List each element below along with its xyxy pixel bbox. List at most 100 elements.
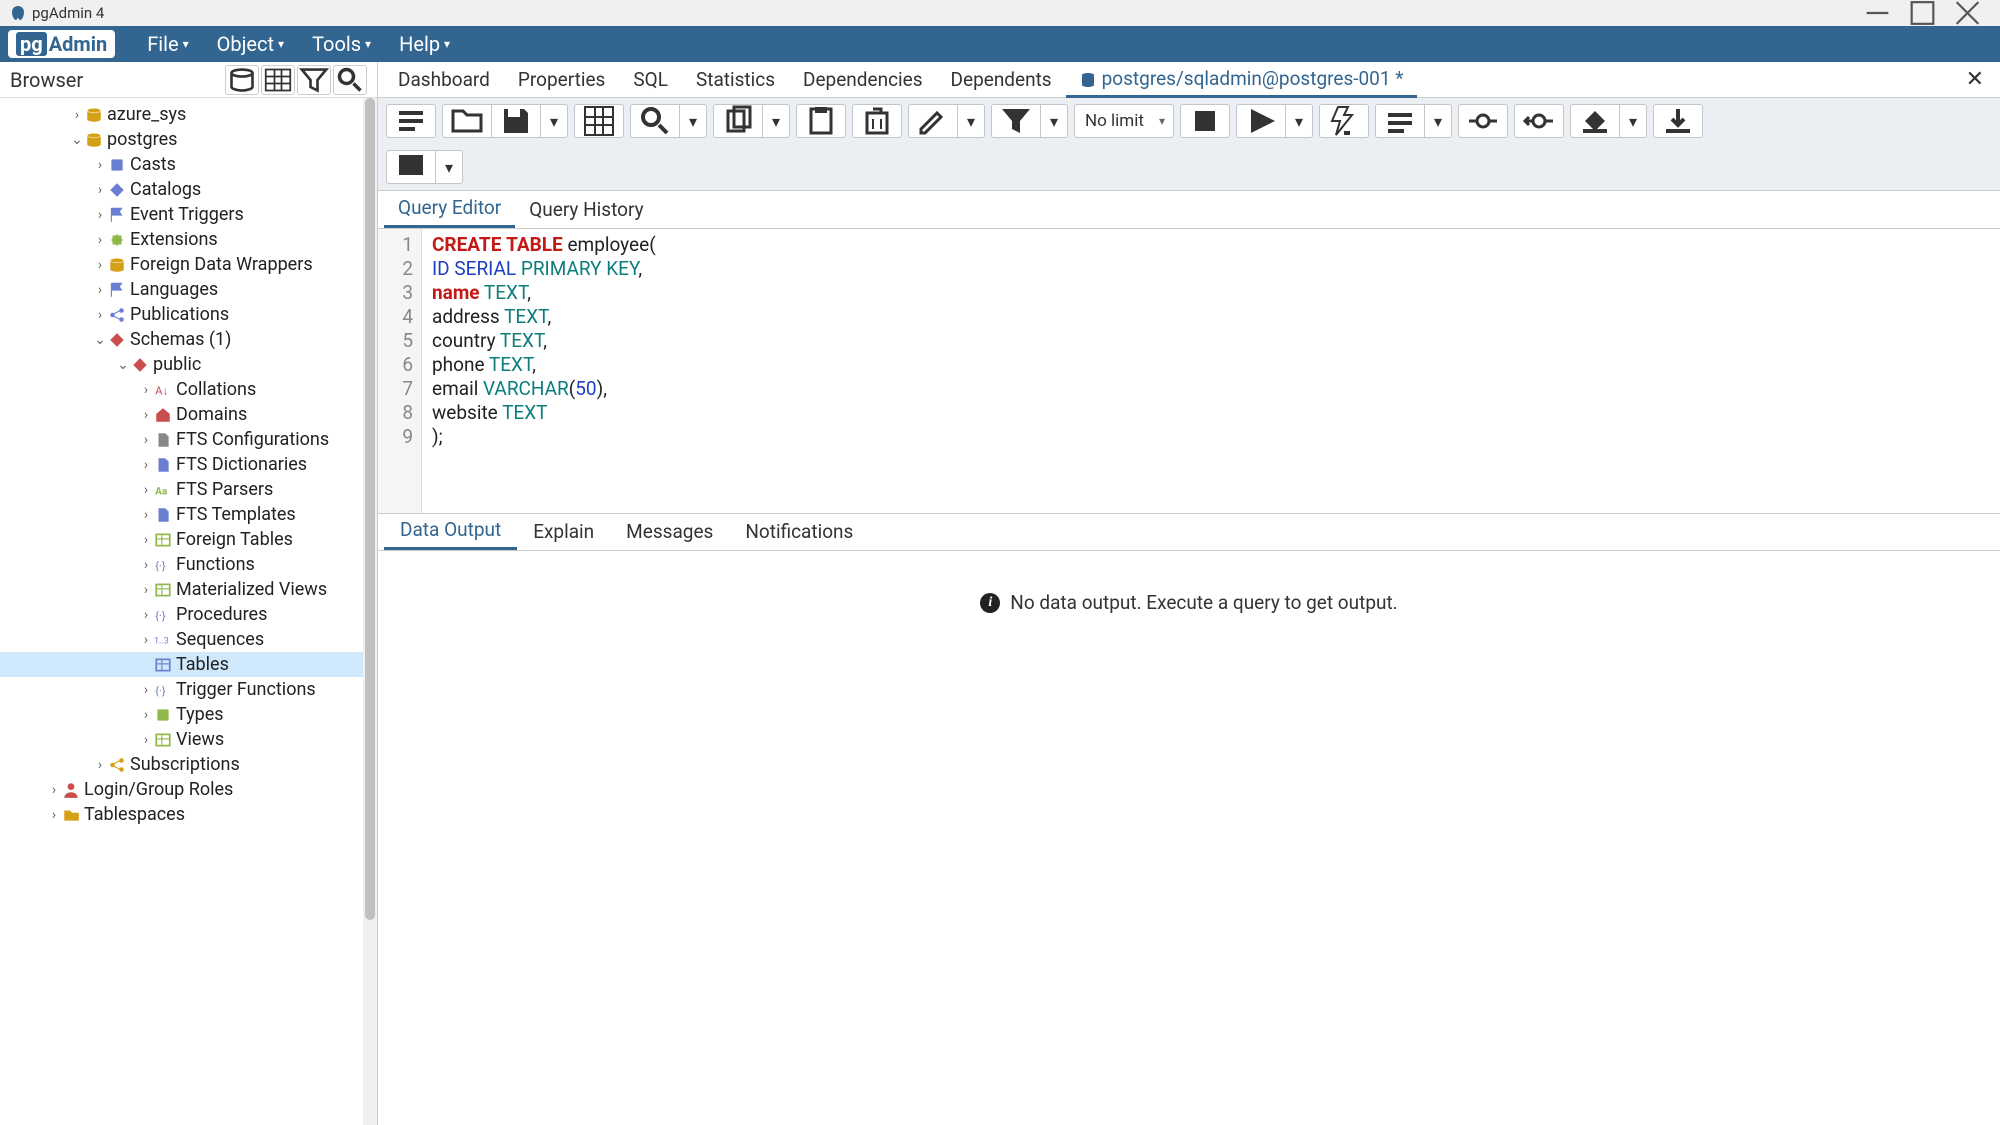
query-tool-button[interactable]: [225, 65, 259, 95]
window-maximize-button[interactable]: [1900, 0, 1945, 26]
tree-toggle-icon[interactable]: ›: [138, 732, 154, 748]
tree-toggle-icon[interactable]: ›: [138, 707, 154, 723]
tree-toggle-icon[interactable]: ›: [92, 182, 108, 198]
delete-button[interactable]: [852, 104, 902, 138]
tree-item-fts-dictionaries[interactable]: ›FTS Dictionaries: [0, 452, 377, 477]
tree-toggle-icon[interactable]: ›: [138, 632, 154, 648]
filter-button[interactable]: [297, 65, 331, 95]
scratch-dropdown-button[interactable]: ▾: [435, 150, 463, 184]
menu-file[interactable]: File ▾: [133, 32, 202, 56]
explain-button[interactable]: [1319, 104, 1369, 138]
menu-object[interactable]: Object ▾: [203, 32, 298, 56]
object-tree[interactable]: ›azure_sys⌄postgres›Casts›Catalogs›Event…: [0, 98, 377, 1125]
output-tab-explain[interactable]: Explain: [517, 512, 610, 550]
editor-tab-query-history[interactable]: Query History: [515, 190, 657, 228]
tree-toggle-icon[interactable]: ›: [46, 782, 62, 798]
tree-toggle-icon[interactable]: ›: [138, 482, 154, 498]
save-file-button[interactable]: [491, 104, 540, 138]
tab-statistics[interactable]: Statistics: [682, 62, 789, 98]
tree-toggle-icon[interactable]: ›: [92, 207, 108, 223]
copy-dropdown-button[interactable]: ▾: [762, 104, 790, 138]
tree-item-views[interactable]: ›Views: [0, 727, 377, 752]
tree-toggle-icon[interactable]: ›: [138, 557, 154, 573]
tree-item-azure-sys[interactable]: ›azure_sys: [0, 102, 377, 127]
stop-button[interactable]: [1180, 104, 1230, 138]
tree-item-event-triggers[interactable]: ›Event Triggers: [0, 202, 377, 227]
explain-dropdown-button[interactable]: ▾: [1424, 104, 1452, 138]
tree-toggle-icon[interactable]: ›: [138, 457, 154, 473]
tree-toggle-icon[interactable]: ›: [92, 282, 108, 298]
tree-item-foreign-data-wrappers[interactable]: ›Foreign Data Wrappers: [0, 252, 377, 277]
tree-toggle-icon[interactable]: ›: [138, 507, 154, 523]
find-dropdown-button[interactable]: ▾: [679, 104, 707, 138]
menu-help[interactable]: Help ▾: [385, 32, 464, 56]
find-button[interactable]: [630, 104, 679, 138]
tree-toggle-icon[interactable]: ›: [138, 532, 154, 548]
tree-item-login-group-roles[interactable]: ›Login/Group Roles: [0, 777, 377, 802]
output-tab-notifications[interactable]: Notifications: [729, 512, 869, 550]
save-dropdown-button[interactable]: ▾: [540, 104, 568, 138]
clear-dropdown-button[interactable]: ▾: [1619, 104, 1647, 138]
execute-button[interactable]: [1236, 104, 1285, 138]
tree-toggle-icon[interactable]: ›: [69, 107, 85, 123]
tree-item-fts-parsers[interactable]: ›AaFTS Parsers: [0, 477, 377, 502]
tree-item-types[interactable]: ›Types: [0, 702, 377, 727]
tree-item-fts-templates[interactable]: ›FTS Templates: [0, 502, 377, 527]
tree-item-functions[interactable]: ›{·}Functions: [0, 552, 377, 577]
sql-editor[interactable]: 123456789 CREATE TABLE employee( ID SERI…: [378, 229, 2000, 513]
close-tab-button[interactable]: ✕: [1956, 67, 1994, 92]
tree-toggle-icon[interactable]: ⌄: [115, 357, 131, 373]
output-tab-data-output[interactable]: Data Output: [384, 512, 517, 550]
tree-toggle-icon[interactable]: ›: [92, 157, 108, 173]
edit-grid-button[interactable]: [574, 104, 624, 138]
tree-toggle-icon[interactable]: ⌄: [92, 332, 108, 348]
tab-properties[interactable]: Properties: [504, 62, 619, 98]
edit-button[interactable]: [908, 104, 957, 138]
tab-dashboard[interactable]: Dashboard: [384, 62, 504, 98]
sidebar-scrollbar[interactable]: [363, 98, 377, 1125]
open-file-button[interactable]: [442, 104, 491, 138]
tree-toggle-icon[interactable]: ›: [92, 232, 108, 248]
window-close-button[interactable]: [1945, 0, 1990, 26]
execute-dropdown-button[interactable]: ▾: [1285, 104, 1313, 138]
tree-item-materialized-views[interactable]: ›Materialized Views: [0, 577, 377, 602]
tree-item-procedures[interactable]: ›{·}Procedures: [0, 602, 377, 627]
tree-toggle-icon[interactable]: ›: [46, 807, 62, 823]
tree-item-schemas-1-[interactable]: ⌄Schemas (1): [0, 327, 377, 352]
tree-item-languages[interactable]: ›Languages: [0, 277, 377, 302]
filter-rows-button[interactable]: [991, 104, 1040, 138]
tree-toggle-icon[interactable]: ›: [92, 307, 108, 323]
filter-dropdown-button[interactable]: ▾: [1040, 104, 1068, 138]
tree-item-tables[interactable]: Tables: [0, 652, 377, 677]
tree-toggle-icon[interactable]: ⌄: [69, 132, 85, 148]
tree-item-extensions[interactable]: ›Extensions: [0, 227, 377, 252]
tab-sql[interactable]: SQL: [619, 62, 682, 98]
tree-item-catalogs[interactable]: ›Catalogs: [0, 177, 377, 202]
window-minimize-button[interactable]: [1855, 0, 1900, 26]
tree-toggle-icon[interactable]: ›: [138, 582, 154, 598]
edit-dropdown-button[interactable]: ▾: [957, 104, 985, 138]
tree-item-postgres[interactable]: ⌄postgres: [0, 127, 377, 152]
tab-dependents[interactable]: Dependents: [937, 62, 1066, 98]
tree-item-collations[interactable]: ›A↓Collations: [0, 377, 377, 402]
menu-tools[interactable]: Tools ▾: [298, 32, 385, 56]
editor-tab-query-editor[interactable]: Query Editor: [384, 190, 515, 228]
tree-item-sequences[interactable]: ›1..3Sequences: [0, 627, 377, 652]
tree-toggle-icon[interactable]: ›: [138, 382, 154, 398]
tree-toggle-icon[interactable]: ›: [138, 407, 154, 423]
tree-toggle-icon[interactable]: ›: [92, 757, 108, 773]
limit-select[interactable]: No limit: [1074, 104, 1174, 138]
tree-item-tablespaces[interactable]: ›Tablespaces: [0, 802, 377, 827]
tree-toggle-icon[interactable]: ›: [138, 682, 154, 698]
tree-item-public[interactable]: ⌄public: [0, 352, 377, 377]
tree-item-fts-configurations[interactable]: ›FTS Configurations: [0, 427, 377, 452]
show-query-button[interactable]: [386, 104, 436, 138]
tree-toggle-icon[interactable]: ›: [92, 257, 108, 273]
paste-button[interactable]: [796, 104, 846, 138]
copy-button[interactable]: [713, 104, 762, 138]
tree-item-foreign-tables[interactable]: ›Foreign Tables: [0, 527, 377, 552]
download-button[interactable]: [1653, 104, 1703, 138]
tree-toggle-icon[interactable]: ›: [138, 432, 154, 448]
tree-item-domains[interactable]: ›Domains: [0, 402, 377, 427]
explain-analyze-button[interactable]: [1375, 104, 1424, 138]
